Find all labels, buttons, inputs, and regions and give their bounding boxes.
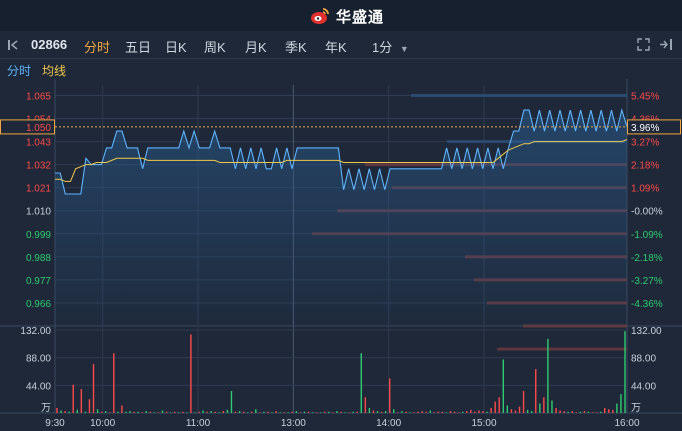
intraday-chart[interactable]: 1.0651.0541.0431.0321.0211.0100.9990.988… [0,79,682,431]
current-price-label: 1.050 [26,123,51,134]
pct-tick-label: -0.00% [631,207,663,218]
indicator-bar: 分时 均线 [0,59,682,79]
pct-tick-label: -3.27% [631,276,663,287]
time-tick-label: 16:00 [614,418,639,429]
price-tick-label: 1.010 [26,207,51,218]
bid-depth-bar [497,347,627,351]
tab-weekly-k[interactable]: 周K [204,37,226,56]
fullscreen-icon[interactable] [637,38,650,51]
pct-tick-label: 1.09% [631,184,659,195]
legend-price-line: 分时 [7,64,32,78]
brand-name: 华盛通 [336,8,385,26]
pct-tick-label: 3.27% [631,138,659,149]
pct-tick-label: -2.18% [631,253,663,264]
price-tick-label: 0.988 [26,253,51,264]
pct-tick-label: 2.18% [631,161,659,172]
legend-avg-line: 均线 [42,64,67,78]
chevron-down-icon: ▼ [399,44,409,54]
price-area-fill [55,110,627,326]
time-tick-label: 11:00 [186,418,211,429]
price-tick-label: 1.065 [26,91,51,102]
interval-value: 1分 [372,40,393,55]
volume-tick-label: 88.00 [26,354,51,365]
pct-tick-label: -4.36% [631,299,663,310]
volume-tick-label: 44.00 [631,381,656,392]
chart-toolbar: 02866 分时 五日 日K 周K 月K 季K 年K 1分 ▼ [0,31,682,59]
volume-tick-label: 88.00 [631,354,656,365]
interval-select[interactable]: 1分 ▼ [372,37,409,56]
price-tick-label: 1.043 [26,138,51,149]
price-tick-label: 0.999 [26,230,51,241]
brand: 华盛通 [310,5,384,27]
weibo-logo-icon [311,8,329,24]
price-tick-label: 0.977 [26,276,51,287]
expand-panel-icon[interactable] [659,38,673,51]
tab-yearly-k[interactable]: 年K [325,37,347,56]
time-tick-label: 15:00 [471,418,496,429]
collapse-panel-icon[interactable] [7,39,19,51]
volume-tick-label: 132.00 [20,326,51,337]
current-pct-label: 3.96% [631,123,659,134]
tab-daily-k[interactable]: 日K [165,37,187,56]
tab-quarterly-k[interactable]: 季K [285,37,307,56]
pct-tick-label: -1.09% [631,230,663,241]
tab-five-day[interactable]: 五日 [125,37,151,56]
time-tick-label: 10:00 [90,418,115,429]
volume-unit-label: 万 [41,403,51,414]
volume-unit-label: 万 [631,403,641,414]
price-area [55,110,627,326]
tab-intraday[interactable]: 分时 [84,37,110,56]
volume-tick-label: 132.00 [631,326,662,337]
time-tick-label: 13:00 [281,418,306,429]
ask-depth-bar [411,93,627,97]
time-tick-label: 14:00 [376,418,401,429]
volume-bars [56,331,626,413]
pct-tick-label: 5.45% [631,91,659,102]
price-tick-label: 0.966 [26,299,51,310]
price-tick-label: 1.032 [26,161,51,172]
time-tick-label: 9:30 [45,418,65,429]
price-tick-label: 1.021 [26,184,51,195]
tab-monthly-k[interactable]: 月K [245,37,267,56]
app-header: 华盛通 [0,0,682,31]
stock-code: 02866 [31,37,68,52]
volume-tick-label: 44.00 [26,381,51,392]
